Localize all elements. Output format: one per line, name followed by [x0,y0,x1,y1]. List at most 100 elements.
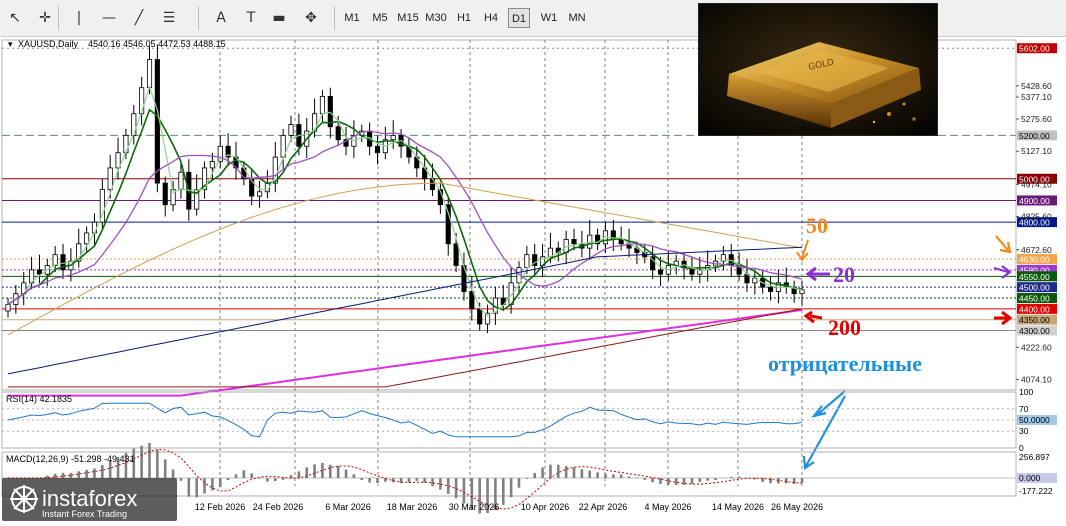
right-arrow-ma200 [994,310,1013,326]
rsi-tick-label: 100 [1019,387,1033,397]
macd-tick-label: 256.897 [1019,452,1050,462]
arrow-macd [802,395,846,470]
symbol-name: XAUUSD,Daily [18,39,79,49]
macd-tick-label: 0.000 [1019,473,1041,483]
right-arrow-ma50 [995,235,1012,254]
price-label: 4350.00 [1019,315,1050,325]
y-tick-label: 4074.10 [1021,375,1052,385]
price-label: 4450.00 [1019,294,1050,304]
annotation-ma20: 20 [833,262,855,287]
y-tick-label: 4672.60 [1021,245,1052,255]
y-tick-label: 5377.10 [1021,92,1052,102]
x-date-label: 14 May 2026 [712,502,764,512]
horizontal-line-icon[interactable]: — [98,7,120,29]
candle-body[interactable] [587,234,593,249]
timeframe-w1[interactable]: W1 [538,8,560,28]
macd-tick-label: -177.222 [1019,486,1053,496]
annotation-ma200: 200 [828,315,861,340]
candle-body[interactable] [257,191,263,197]
price-label: 4300.00 [1019,326,1050,336]
candle-body[interactable] [618,239,624,245]
candle-body[interactable] [524,254,530,269]
brand-name: instaforex [42,486,137,511]
candle-body[interactable] [767,286,774,292]
candle-body[interactable] [477,308,483,325]
candle-body[interactable] [571,239,577,245]
candle-body[interactable] [453,243,459,266]
text-label-icon[interactable]: T [240,7,262,29]
rsi-tick-label: 70 [1019,404,1029,414]
candle-body[interactable] [139,87,145,115]
timeframe-h4[interactable]: H4 [480,8,502,28]
candle-body[interactable] [209,161,215,169]
timeframe-m1[interactable]: M1 [340,8,364,28]
arrows-icon[interactable]: ✥ [300,7,322,29]
y-tick-label: 5275.60 [1021,114,1052,124]
candle-body[interactable] [36,269,43,275]
candle-body[interactable] [154,59,160,184]
toolbar-separator [334,6,335,30]
moving-average-ma_light [7,85,803,317]
timeframe-mn[interactable]: MN [566,8,588,28]
moving-average-ma_red [8,308,803,388]
cursor-arrow-icon[interactable]: ↖ [4,7,26,29]
candle-body[interactable] [5,304,11,312]
candle-body[interactable] [657,269,664,275]
candle-body[interactable] [319,95,326,115]
crosshair-icon[interactable]: ✛ [34,7,56,29]
candle-body[interactable] [107,167,113,191]
x-date-label: 12 Feb 2026 [195,502,246,512]
brand-tagline: Instant Forex Trading [42,509,127,519]
moving-average-ma20 [7,130,803,306]
rsi-tick-label: 50.0000 [1019,415,1050,425]
candle-body[interactable] [178,171,184,191]
timeframe-m5[interactable]: M5 [368,8,392,28]
timeframe-d1[interactable]: D1 [508,8,530,28]
vertical-line-icon[interactable]: | [68,7,90,29]
macd-label: MACD(12,26,9) -51.298 -49.431 [6,454,135,464]
toolbar-separator [198,6,199,30]
toolbar-separator [58,6,59,30]
candle-body[interactable] [131,113,137,136]
gold-bar-photo: GOLD [698,3,938,136]
price-label: 4400.00 [1019,304,1050,314]
rectangle-icon[interactable]: ▬ [268,7,290,29]
timeframe-h1[interactable]: H1 [453,8,475,28]
instaforex-logo: instaforex Instant Forex Trading [2,478,177,521]
y-tick-label: 5127.10 [1021,146,1052,156]
x-date-label: 10 Apr 2026 [521,502,570,512]
price-label: 5602.00 [1019,44,1050,54]
ohlc-values: 4540.16 4546.05 4472.53 4488.15 [88,39,226,49]
y-tick-label: 5428.60 [1021,81,1052,91]
y-tick-label: 4825.60 [1021,212,1052,222]
timeframe-m30[interactable]: M30 [424,8,448,28]
candle-body[interactable] [162,182,168,206]
candle-body[interactable] [52,254,58,266]
symbol-dropdown-icon: ▾ [8,39,13,49]
candle-body[interactable] [91,221,98,234]
x-date-label: 30 Mar 2026 [449,502,500,512]
y-tick-label: 4222.60 [1021,342,1052,352]
candle-body[interactable] [390,135,396,141]
rsi-label: RSI(14) 42.1835 [6,394,72,404]
annotation-ma50: 50 [806,213,828,238]
price-label: 4630.00 [1019,254,1050,264]
x-date-label: 26 May 2026 [771,502,823,512]
candle-body[interactable] [335,126,341,141]
candle-body[interactable] [84,232,90,245]
timeframe-m15[interactable]: M15 [396,8,420,28]
fibonacci-icon[interactable]: ☰ [158,7,180,29]
x-date-label: 18 Mar 2026 [387,502,438,512]
candle-body[interactable] [445,204,451,245]
rsi-tick-label: 30 [1019,426,1029,436]
trendline-icon[interactable]: ╱ [128,7,150,29]
price-label: 5200.00 [1019,131,1050,141]
x-date-label: 22 Apr 2026 [579,502,628,512]
text-tool-icon[interactable]: A [210,7,232,29]
candle-body[interactable] [146,59,153,89]
candle-body[interactable] [469,291,475,310]
candle-body[interactable] [374,145,381,154]
price-label: 4900.00 [1019,196,1050,206]
candle-body[interactable] [123,135,129,154]
candle-body[interactable] [288,124,294,136]
